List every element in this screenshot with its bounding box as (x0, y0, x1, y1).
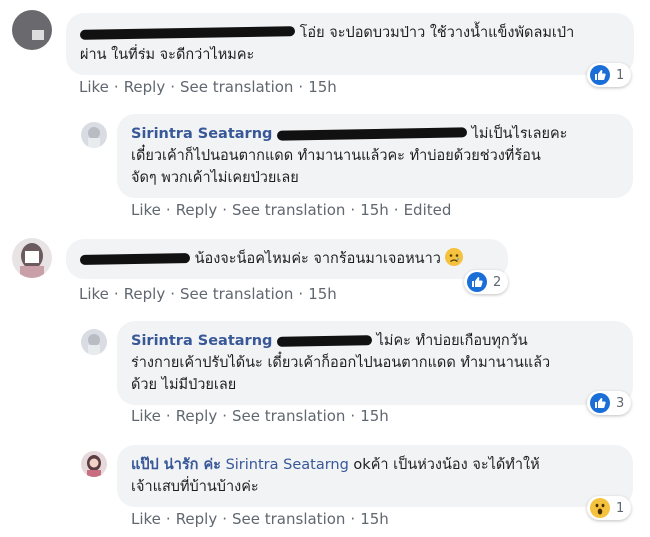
comment-text: เจ้าแสบที่บ้านบ้างค่ะ (131, 479, 259, 495)
comment-text: ไม่เป็นไรเลยคะ (467, 126, 568, 142)
like-link[interactable]: Like (131, 510, 161, 528)
reply-link[interactable]: Reply (124, 285, 166, 303)
timestamp[interactable]: 15h (360, 201, 389, 219)
redacted-name (276, 335, 373, 347)
comment-text: เดี๋ยวเค้าก็ไปนอนตากแดด ทำมานานแล้วคะ ทำ… (131, 148, 541, 164)
comment-author[interactable]: Sirintra Seatarng (131, 333, 272, 349)
comment-bubble: น้องจะน็อคไหมค่ะ จากร้อนมาเจอหนาว (66, 239, 508, 279)
comment-bubble: แป๊ป น่ารัก ค่ะ Sirintra Seatarng okค้า … (117, 445, 633, 507)
avatar[interactable] (12, 238, 52, 278)
avatar-image (81, 451, 107, 477)
reaction-count[interactable]: 1 (587, 496, 632, 520)
reaction-count[interactable]: 1 (587, 63, 632, 87)
comment-actions: Like · Reply · See translation · 15h · Edited (131, 201, 452, 219)
like-reaction-icon (590, 65, 610, 85)
avatar-image (12, 10, 52, 50)
timestamp[interactable]: 15h (360, 510, 389, 528)
see-translation-link[interactable]: See translation (232, 510, 345, 528)
comment-author[interactable]: แป๊ป น่ารัก ค่ะ (131, 457, 221, 473)
comment-text: ไม่คะ ทำบ่อยเกือบทุกวัน (372, 333, 528, 349)
like-link[interactable]: Like (131, 201, 161, 219)
like-reaction-icon (467, 272, 487, 292)
comment-bubble: Sirintra Seatarng ไม่คะ ทำบ่อยเกือบทุกวั… (117, 321, 633, 405)
comment-actions: Like · Reply · See translation · 15h (131, 407, 389, 425)
like-link[interactable]: Like (79, 78, 109, 96)
comment-actions: Like · Reply · See translation · 15h (79, 285, 337, 303)
see-translation-link[interactable]: See translation (180, 285, 293, 303)
avatar[interactable] (81, 451, 107, 477)
edited-label[interactable]: Edited (404, 201, 452, 219)
see-translation-link[interactable]: See translation (232, 407, 345, 425)
avatar-image (81, 329, 107, 355)
reply-link[interactable]: Reply (176, 201, 218, 219)
like-link[interactable]: Like (131, 407, 161, 425)
comment-bubble: โอ่ย จะปอดบวมป่าว ใช้วางน้ำแข็งพัดลมเป่า… (66, 13, 634, 75)
timestamp[interactable]: 15h (360, 407, 389, 425)
comment-actions: Like · Reply · See translation · 15h (131, 510, 389, 528)
wow-reaction-icon (590, 498, 610, 518)
redacted-name (79, 253, 191, 265)
reply-link[interactable]: Reply (176, 510, 218, 528)
redacted-name (276, 127, 468, 141)
comment-author[interactable]: Sirintra Seatarng (131, 126, 272, 142)
avatar-image (81, 122, 107, 148)
comment-text: ด้วย ไม่มีป่วยเลย (131, 377, 237, 393)
like-link[interactable]: Like (79, 285, 109, 303)
see-translation-link[interactable]: See translation (232, 201, 345, 219)
comment-bubble: Sirintra Seatarng ไม่เป็นไรเลยคะ เดี๋ยวเ… (117, 114, 633, 198)
comment-text: okค้า เป็นห่วงน้อง จะได้ทำให้ (348, 457, 540, 473)
like-reaction-icon (590, 393, 610, 413)
comment-actions: Like · Reply · See translation · 15h (79, 78, 337, 96)
reply-link[interactable]: Reply (176, 407, 218, 425)
sad-emoji-icon (445, 248, 464, 266)
comment-text: น้องจะน็อคไหมค่ะ จากร้อนมาเจอหนาว (190, 251, 441, 267)
timestamp[interactable]: 15h (308, 78, 337, 96)
comment-text: โอ่ย จะปอดบวมป่าว ใช้วางน้ำแข็งพัดลมเป่า (295, 25, 575, 41)
avatar[interactable] (81, 122, 107, 148)
timestamp[interactable]: 15h (308, 285, 337, 303)
see-translation-link[interactable]: See translation (180, 78, 293, 96)
reply-link[interactable]: Reply (124, 78, 166, 96)
avatar[interactable] (81, 329, 107, 355)
reaction-count[interactable]: 3 (587, 391, 632, 415)
comment-text: จัดๆ พวกเค้าไม่เคยป่วยเลย (131, 170, 299, 186)
comment-text: ผ่าน ในที่ร่ม จะดีกว่าไหมคะ (80, 47, 255, 63)
redacted-name (79, 26, 296, 40)
mention-link[interactable]: Sirintra Seatarng (226, 457, 349, 473)
comment-text: ร่างกายเค้าปรับได้นะ เดี๋ยวเค้าก็ออกไปนอ… (131, 355, 551, 371)
avatar[interactable] (12, 10, 52, 50)
avatar-image (12, 238, 52, 278)
reaction-count[interactable]: 2 (464, 270, 509, 294)
